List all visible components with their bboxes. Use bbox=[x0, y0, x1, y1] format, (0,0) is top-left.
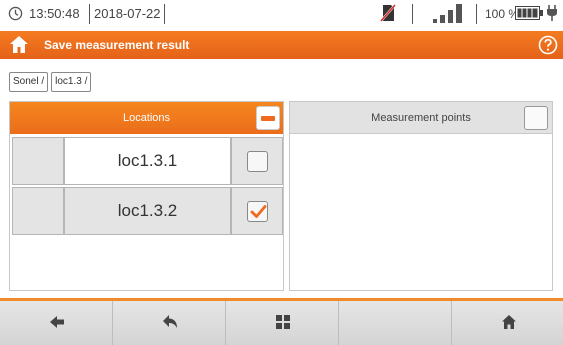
breadcrumb-item-loc1-3[interactable]: loc1.3 / bbox=[51, 72, 92, 92]
arrow-left-icon bbox=[50, 316, 64, 328]
status-bar: 13:50:48 2018-07-22 100 % bbox=[0, 0, 563, 27]
location-row-expand-button[interactable] bbox=[12, 187, 64, 235]
menu-button[interactable] bbox=[226, 301, 339, 345]
location-row-expand-button[interactable] bbox=[12, 137, 64, 185]
back-button[interactable] bbox=[0, 301, 113, 345]
locations-header-label: Locations bbox=[122, 112, 171, 124]
breadcrumb-item-sonel[interactable]: Sonel / bbox=[9, 72, 49, 92]
empty-toolbar-button[interactable] bbox=[339, 301, 452, 345]
battery-icon bbox=[515, 6, 543, 20]
location-name[interactable]: loc1.3.2 bbox=[64, 187, 231, 235]
home-icon[interactable] bbox=[9, 35, 29, 54]
title-bar: Save measurement result bbox=[0, 31, 563, 59]
battery-percent: 100 % bbox=[485, 7, 520, 21]
measurement-points-panel: Measurement points bbox=[289, 101, 553, 291]
location-checkbox[interactable] bbox=[247, 151, 268, 172]
measurement-points-header: Measurement points bbox=[290, 102, 552, 134]
measurement-points-select-all-toggle[interactable] bbox=[524, 106, 548, 130]
reply-icon bbox=[163, 315, 177, 328]
status-time: 13:50:48 bbox=[29, 6, 80, 21]
home-icon bbox=[502, 315, 516, 329]
clock-icon bbox=[8, 6, 23, 21]
location-name[interactable]: loc1.3.1 bbox=[64, 137, 231, 185]
minus-icon bbox=[261, 116, 275, 121]
page-title: Save measurement result bbox=[44, 38, 190, 52]
help-icon[interactable] bbox=[538, 35, 558, 55]
signal-icon bbox=[433, 4, 462, 23]
breadcrumb: Sonel / loc1.3 / bbox=[9, 72, 92, 92]
location-check-cell[interactable] bbox=[231, 137, 283, 185]
undo-button[interactable] bbox=[113, 301, 226, 345]
checkmark-icon bbox=[250, 205, 267, 218]
plug-icon bbox=[547, 5, 557, 21]
location-checkbox[interactable] bbox=[247, 201, 268, 222]
locations-select-all-toggle[interactable] bbox=[256, 106, 280, 130]
bottom-toolbar bbox=[0, 298, 563, 345]
sd-card-crossed-icon bbox=[380, 4, 396, 22]
home-button[interactable] bbox=[452, 301, 563, 345]
grid-icon bbox=[276, 315, 290, 329]
status-separator bbox=[89, 4, 90, 24]
status-separator bbox=[412, 4, 413, 24]
locations-panel: Locations loc1.3.1 loc1.3.2 bbox=[9, 101, 284, 291]
status-separator bbox=[476, 4, 477, 24]
location-check-cell[interactable] bbox=[231, 187, 283, 235]
locations-header: Locations bbox=[10, 102, 283, 134]
measurement-points-header-label: Measurement points bbox=[371, 112, 471, 124]
status-date: 2018-07-22 bbox=[94, 6, 161, 21]
status-separator bbox=[164, 4, 165, 24]
